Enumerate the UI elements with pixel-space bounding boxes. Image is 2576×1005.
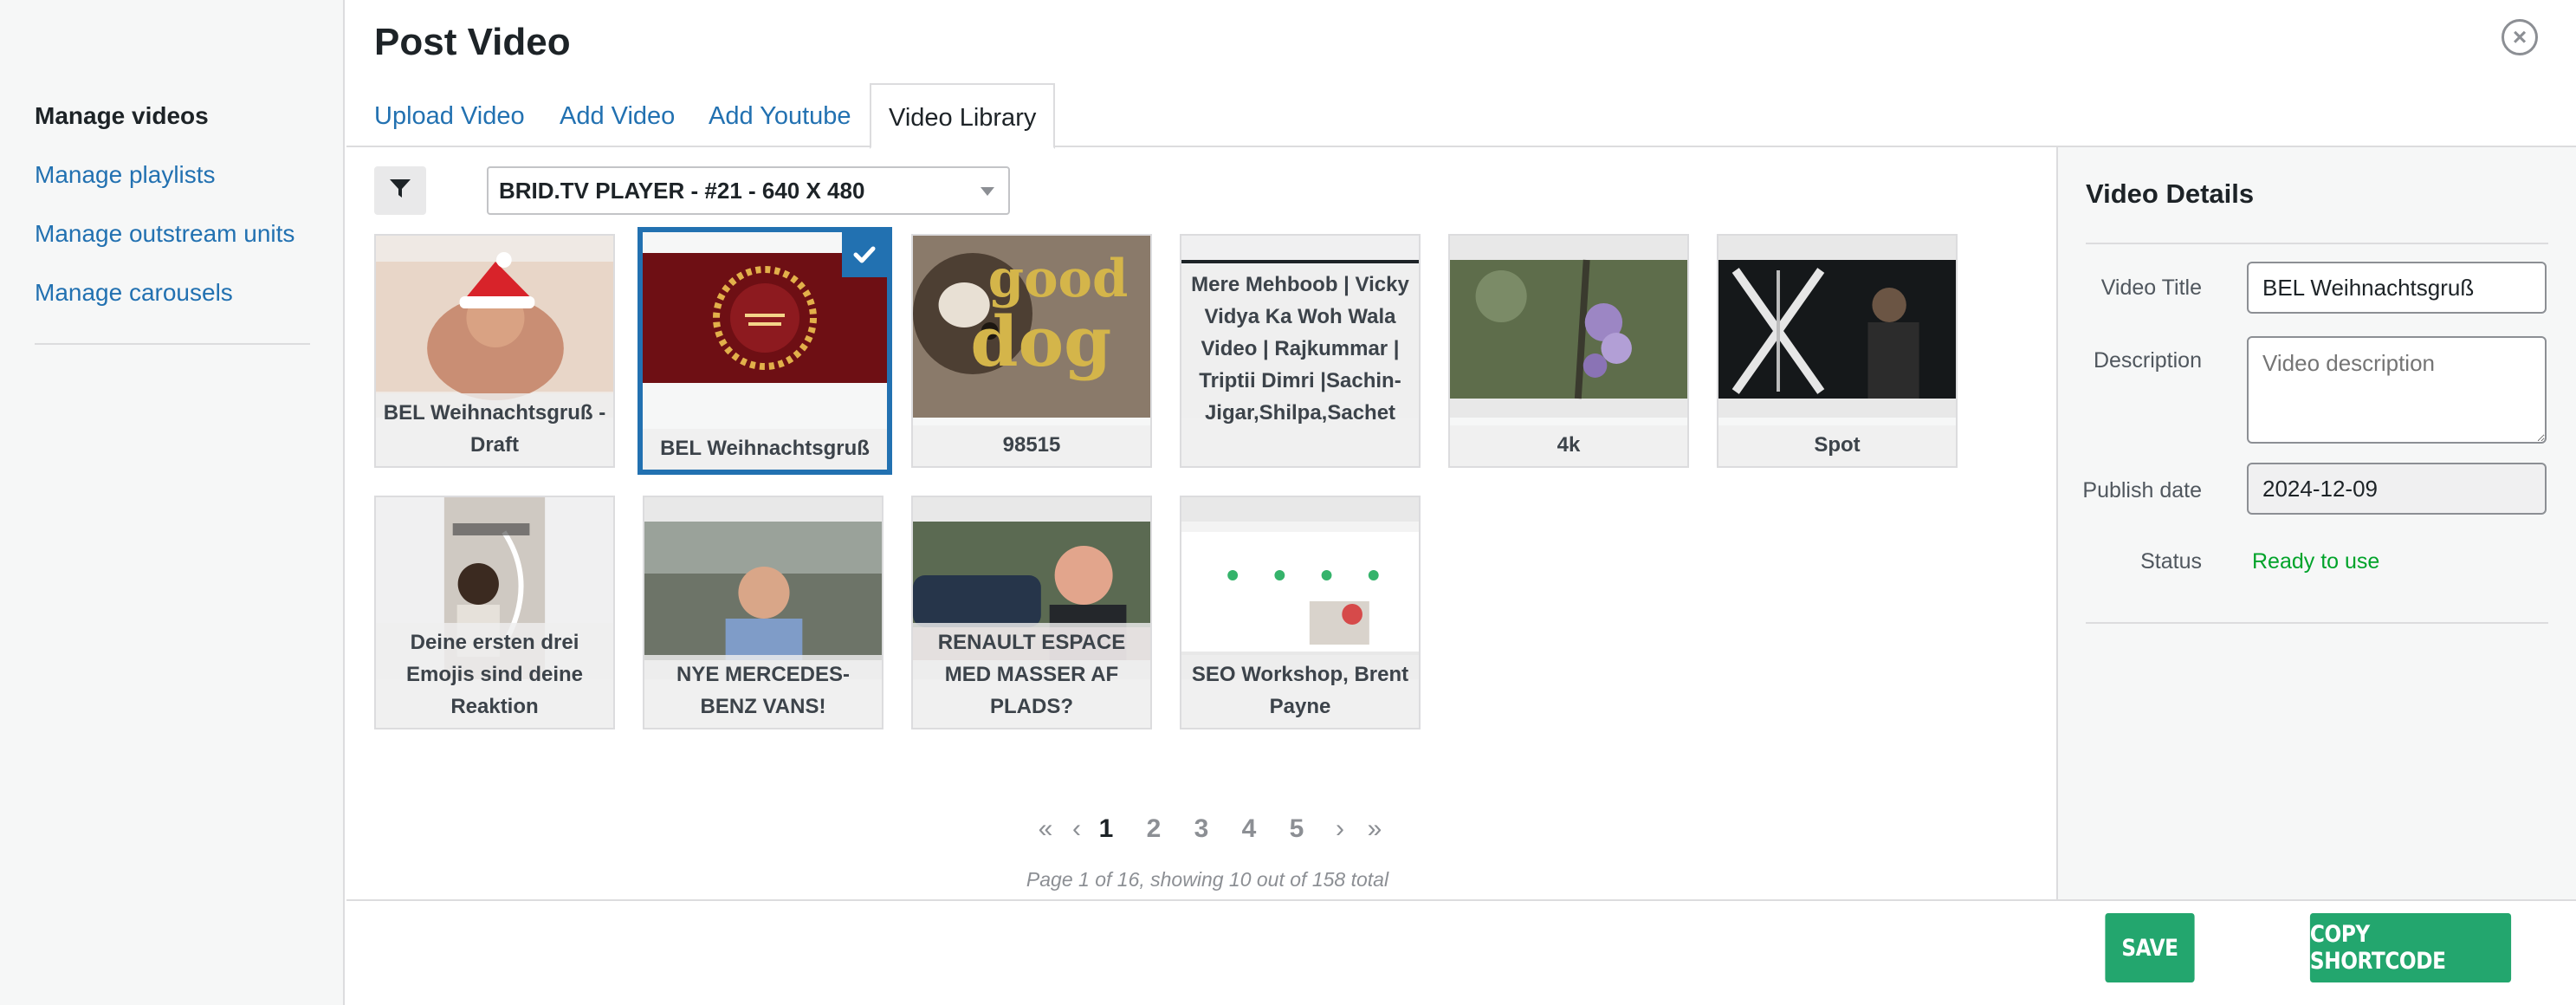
page-link-1[interactable]: 1 [1093, 814, 1119, 844]
video-thumbnail [1181, 497, 1419, 679]
details-divider-top [2086, 243, 2548, 244]
video-caption: NYE MERCEDES-BENZ VANS! [644, 655, 882, 728]
publish-date-label: Publish date [2082, 478, 2202, 502]
page-link-2[interactable]: 2 [1141, 814, 1167, 844]
video-library: BRID.TV PLAYER - #21 - 640 X 480 BEL Wei… [346, 147, 2056, 899]
details-divider-bottom [2086, 622, 2548, 624]
prev-page-icon[interactable]: ‹ [1064, 814, 1090, 844]
player-select[interactable]: BRID.TV PLAYER - #21 - 640 X 480 [487, 166, 1010, 215]
sidebar-item-manage-outstream-units[interactable]: Manage outstream units [35, 220, 294, 248]
save-button[interactable]: SAVE [2105, 913, 2195, 982]
page-link-4[interactable]: 4 [1236, 814, 1262, 844]
chevron-down-icon [981, 187, 994, 196]
sidebar-item-manage-carousels[interactable]: Manage carousels [35, 279, 233, 307]
close-icon[interactable]: × [2502, 19, 2538, 55]
status-label: Status [2140, 549, 2202, 574]
video-caption: Spot [1718, 425, 1956, 466]
video-card[interactable]: RENAULT ESPACE MED MASSER AF PLADS? [911, 496, 1152, 729]
modal-footer: SAVE COPY SHORTCODE [346, 899, 2576, 1005]
page-link-5[interactable]: 5 [1284, 814, 1310, 844]
video-thumbnail [1718, 236, 1956, 418]
video-caption: BEL Weihnachtsgruß - Draft [376, 393, 613, 466]
video-caption: Deine ersten drei Emojis sind deine Reak… [376, 623, 613, 728]
player-select-value: BRID.TV PLAYER - #21 - 640 X 480 [499, 178, 865, 204]
sidebar: Manage videos Manage playlists Manage ou… [0, 0, 345, 1005]
filter-icon [389, 178, 411, 204]
video-title-field[interactable] [2247, 262, 2547, 314]
copy-shortcode-button[interactable]: COPY SHORTCODE [2309, 913, 2512, 982]
last-page-icon[interactable]: » [1362, 814, 1388, 844]
video-card[interactable]: good dog 98515 [911, 234, 1152, 468]
video-card[interactable]: NYE MERCEDES-BENZ VANS! [643, 496, 883, 729]
sidebar-item-manage-playlists[interactable]: Manage playlists [35, 161, 216, 189]
first-page-icon[interactable]: « [1032, 814, 1058, 844]
video-thumbnail [1450, 236, 1687, 418]
video-card[interactable]: Deine ersten drei Emojis sind deine Reak… [374, 496, 615, 729]
video-card[interactable]: Spot [1717, 234, 1958, 468]
tab-video-library[interactable]: Video Library [870, 83, 1056, 149]
video-caption: RENAULT ESPACE MED MASSER AF PLADS? [913, 623, 1150, 728]
publish-date-field[interactable] [2247, 463, 2547, 515]
video-card[interactable]: 4k [1448, 234, 1689, 468]
video-thumbnail [376, 236, 613, 418]
video-details-panel: Video Details Video Title Description Pu… [2056, 147, 2576, 899]
pagination-info: Page 1 of 16, showing 10 out of 158 tota… [1026, 868, 1389, 891]
thumb-text-dog: dog [970, 300, 1111, 382]
video-card[interactable]: Mere Mehboob | Vicky Vidya Ka Woh Wala V… [1180, 234, 1421, 468]
sidebar-item-manage-videos[interactable]: Manage videos [35, 102, 209, 130]
video-thumbnail [644, 497, 882, 679]
video-thumbnail: good dog [913, 236, 1150, 418]
description-label: Description [2093, 348, 2202, 373]
video-title-label: Video Title [2100, 276, 2202, 300]
video-card[interactable]: BEL Weihnachtsgruß - Draft [374, 234, 615, 468]
sidebar-divider [35, 343, 310, 345]
video-caption: Mere Mehboob | Vicky Vidya Ka Woh Wala V… [1181, 265, 1419, 466]
status-badge: Ready to use [2252, 549, 2380, 574]
checkmark-icon [842, 232, 887, 277]
details-title: Video Details [2086, 178, 2255, 209]
tab-add-youtube[interactable]: Add Youtube [709, 83, 851, 147]
video-caption: SEO Workshop, Brent Payne [1181, 655, 1419, 728]
video-caption: 98515 [913, 425, 1150, 466]
tab-add-video[interactable]: Add Video [560, 83, 675, 147]
description-field[interactable] [2247, 336, 2547, 444]
tab-upload-video[interactable]: Upload Video [374, 83, 525, 147]
page-title: Post Video [374, 21, 571, 63]
video-caption: 4k [1450, 425, 1687, 466]
pagination: « ‹ 1 2 3 4 5 › » [346, 814, 2068, 849]
page-link-3[interactable]: 3 [1188, 814, 1214, 844]
next-page-icon[interactable]: › [1327, 814, 1353, 844]
video-card-selected[interactable]: BEL Weihnachtsgruß [638, 227, 892, 475]
filter-button[interactable] [374, 166, 426, 215]
video-card[interactable]: SEO Workshop, Brent Payne [1180, 496, 1421, 729]
video-caption: BEL Weihnachtsgruß [643, 429, 887, 470]
tab-bar: Upload Video Add Video Add Youtube Video… [346, 83, 2576, 149]
post-video-modal: Post Video × Upload Video Add Video Add … [346, 0, 2576, 1005]
